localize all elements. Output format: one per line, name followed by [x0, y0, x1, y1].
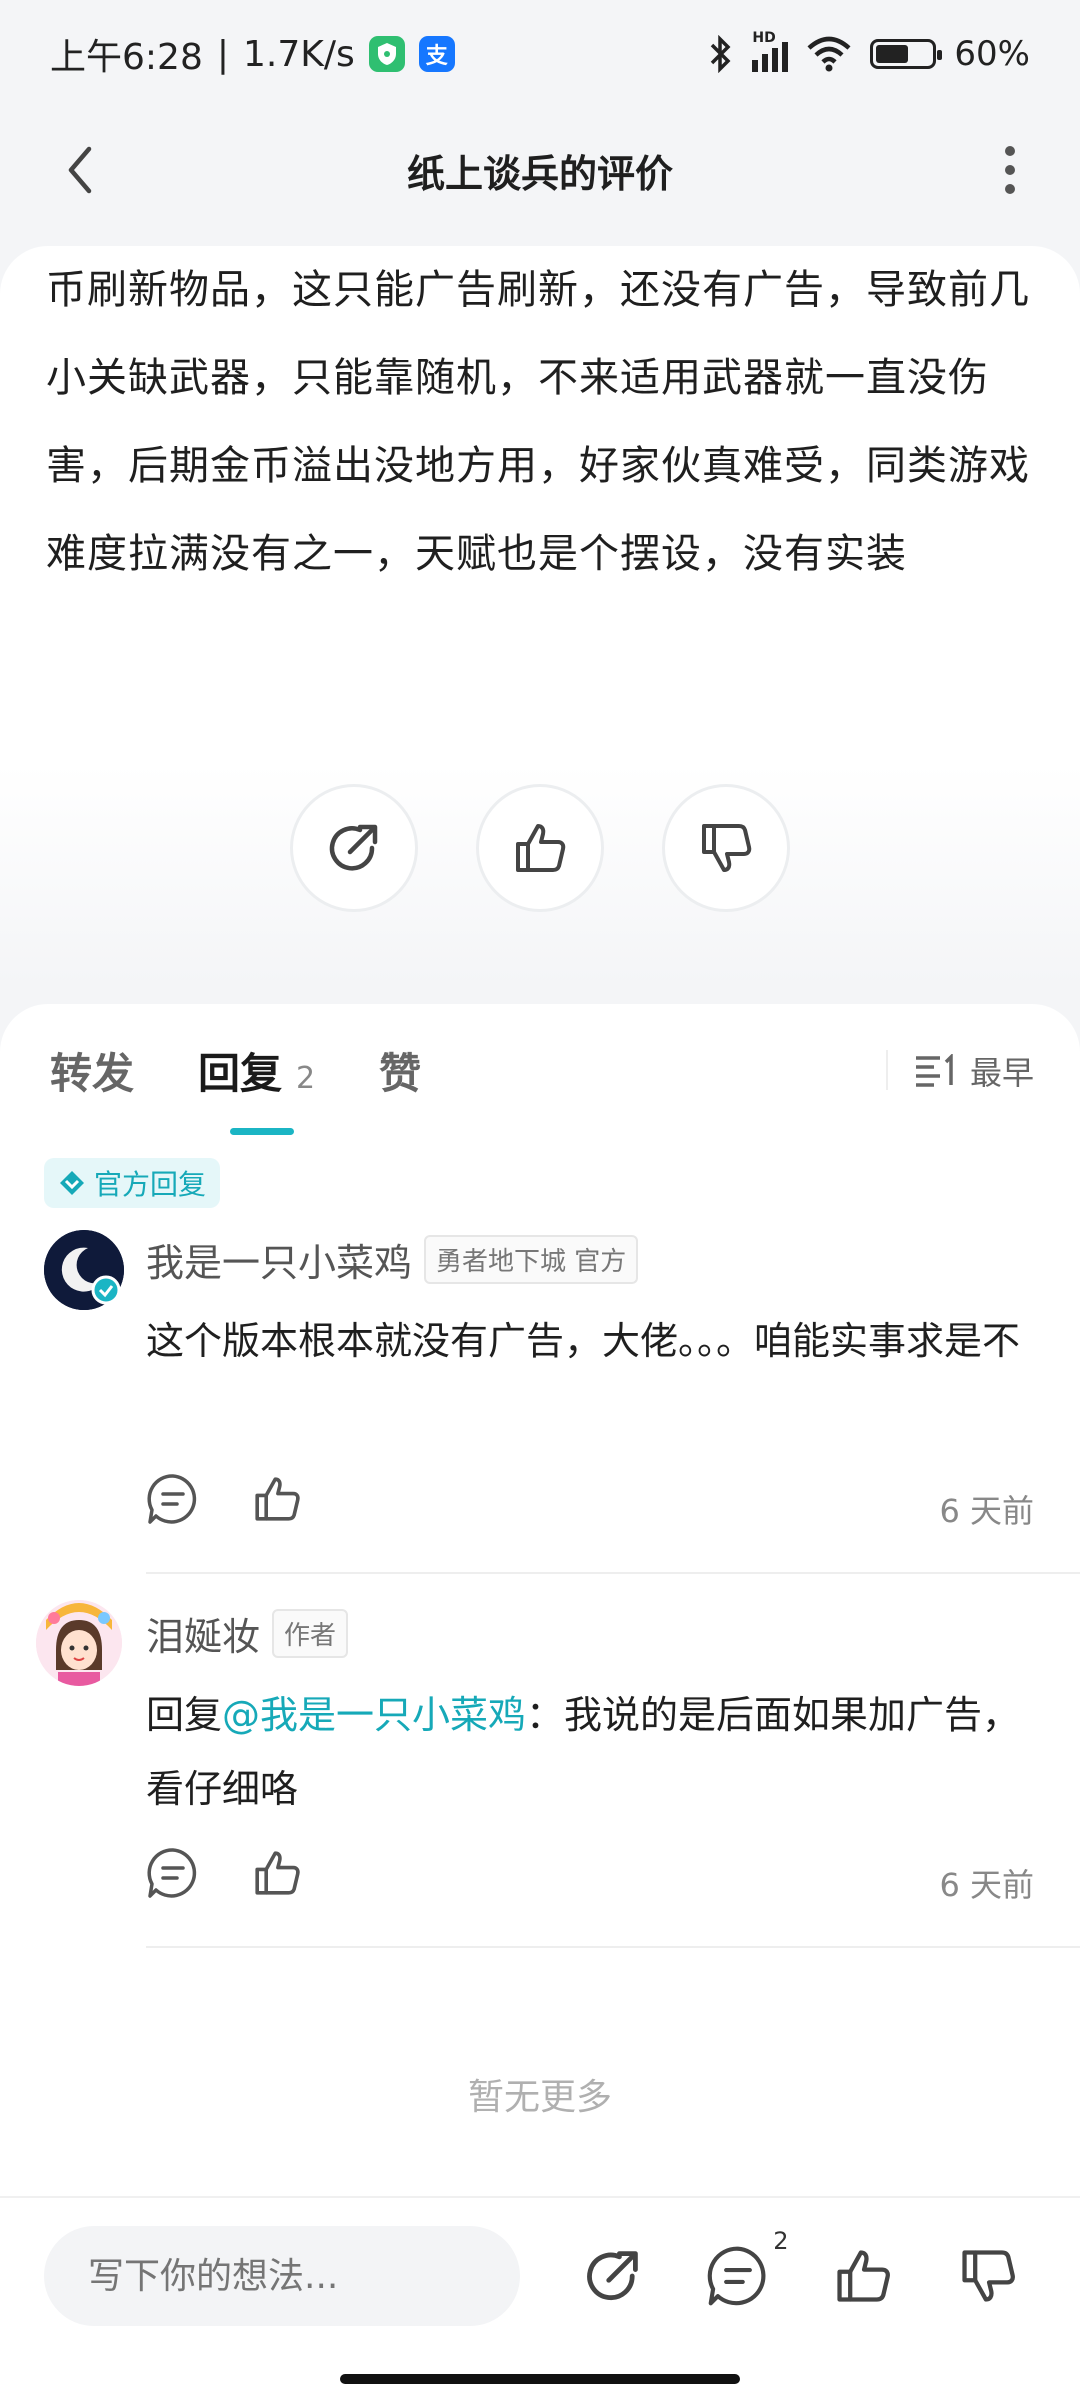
- comment-like-button[interactable]: [250, 1472, 304, 1530]
- sort-divider: [886, 1050, 888, 1090]
- thumbs-up-icon: [255, 1851, 300, 1895]
- comment-like-button[interactable]: [250, 1846, 304, 1904]
- comment-actions: [146, 1472, 304, 1530]
- status-speed: 1.7K/s: [242, 33, 355, 75]
- bottom-share-button[interactable]: [578, 2241, 648, 2311]
- battery-fill: [876, 45, 909, 63]
- like-button[interactable]: [476, 784, 604, 912]
- thumbs-down-icon: [961, 2250, 1015, 2302]
- shield-app-icon: [368, 36, 405, 72]
- nav-bar: 纸上谈兵的评价: [0, 110, 1080, 230]
- review-actions: [0, 784, 1080, 914]
- active-tab-indicator: [230, 1128, 294, 1135]
- mention-link[interactable]: @我是一只小菜鸡: [222, 1693, 526, 1737]
- status-separator: |: [216, 33, 229, 75]
- comment-input[interactable]: [44, 2226, 520, 2326]
- tab-forward-label: 转发: [50, 1049, 135, 1098]
- tab-forward[interactable]: 转发: [50, 1040, 134, 1101]
- share-icon: [329, 824, 378, 871]
- more-vertical-icon: [1005, 146, 1015, 194]
- author-tag: 作者: [272, 1609, 349, 1658]
- bottom-bar: 2: [0, 2196, 1080, 2400]
- status-right: HD 60%: [708, 30, 1030, 74]
- battery-percent: 60%: [954, 34, 1030, 74]
- thumbs-up-icon: [836, 2250, 890, 2302]
- home-indicator[interactable]: [340, 2374, 740, 2384]
- share-button[interactable]: [290, 784, 418, 912]
- status-left: 上午6:28 | 1.7K/s 支: [50, 28, 455, 80]
- no-more-text: 暂无更多: [467, 2077, 612, 2118]
- comment-count-badge: 2: [773, 2227, 789, 2255]
- status-bar: 上午6:28 | 1.7K/s 支 HD 60%: [0, 0, 1080, 108]
- sort-label: 最早: [969, 1054, 1034, 1092]
- hd-label: HD: [752, 30, 776, 46]
- reply-prefix: 回复: [146, 1693, 223, 1737]
- tab-like-label: 赞: [379, 1049, 422, 1098]
- comment-icon: [147, 1474, 197, 1524]
- review-text: 币刷新物品，这只能广告刷新，还没有广告，导致前几小关缺武器，只能靠随机，不来适用…: [46, 267, 1030, 577]
- divider: [146, 1572, 1080, 1574]
- comments-panel: 转发 回复 2 赞 最早 官方回复 我是一只小菜鸡 勇者地下城 官方 这个版本根本: [0, 1004, 1080, 2204]
- back-button[interactable]: [50, 140, 110, 200]
- comment-time: 6 天前: [939, 1492, 1034, 1530]
- tab-reply-label: 回复: [198, 1049, 283, 1098]
- user-tag: 勇者地下城 官方: [424, 1235, 639, 1284]
- comment-user: 我是一只小菜鸡 勇者地下城 官方: [146, 1232, 639, 1287]
- comment-icon: [707, 2246, 765, 2306]
- tab-reply[interactable]: 回复 2: [198, 1040, 315, 1101]
- girl-avatar-icon: [36, 1600, 122, 1686]
- chevron-left-icon: [68, 146, 92, 194]
- comment-user: 泪娫妆 作者: [146, 1606, 349, 1661]
- bottom-dislike-button[interactable]: [953, 2241, 1023, 2311]
- thumbs-up-icon: [255, 1477, 300, 1521]
- avatar[interactable]: [36, 1600, 122, 1686]
- reply-count: 2: [296, 1061, 316, 1096]
- tab-like[interactable]: 赞: [379, 1040, 421, 1101]
- divider: [146, 1946, 1080, 1948]
- sort-icon: [915, 1054, 953, 1087]
- signal-icon: HD: [752, 30, 789, 72]
- bottom-actions: 2: [550, 2226, 1050, 2326]
- alipay-icon: 支: [418, 36, 455, 72]
- comment-author[interactable]: 我是一只小菜鸡: [146, 1232, 412, 1287]
- sort-button[interactable]: 最早: [914, 1048, 1034, 1094]
- official-reply-tag: 官方回复: [44, 1158, 221, 1208]
- comment-text: 回复@我是一只小菜鸡：我说的是后面如果加广告，看仔细咯: [146, 1678, 1026, 1826]
- thumbs-up-icon: [516, 824, 566, 872]
- comment-actions: [146, 1846, 304, 1904]
- avatar[interactable]: [44, 1230, 124, 1310]
- thumbs-down-icon: [702, 824, 752, 872]
- more-button[interactable]: [980, 140, 1040, 200]
- battery-icon: [870, 39, 943, 69]
- comment-author[interactable]: 泪娫妆: [146, 1606, 260, 1661]
- comment-time: 6 天前: [939, 1866, 1034, 1904]
- bottom-like-button[interactable]: [828, 2241, 898, 2311]
- comment-text: 这个版本根本就没有广告，大佬。。。咱能实事求是不: [146, 1319, 1021, 1363]
- bottom-comment-button[interactable]: 2: [703, 2227, 789, 2311]
- share-icon: [586, 2251, 638, 2301]
- wifi-icon: [807, 36, 851, 72]
- chevron-down-icon: [60, 1171, 84, 1195]
- dislike-button[interactable]: [662, 784, 790, 912]
- tab-bar: 转发 回复 2 赞: [50, 1040, 421, 1101]
- reply-button[interactable]: [146, 1472, 200, 1530]
- bluetooth-icon: [711, 35, 731, 73]
- reply-button[interactable]: [146, 1846, 200, 1904]
- page-title: 纸上谈兵的评价: [406, 151, 673, 196]
- status-time: 上午6:28: [50, 37, 203, 78]
- official-reply-label: 官方回复: [94, 1168, 207, 1201]
- moon-avatar-icon: [44, 1230, 124, 1310]
- review-card: 币刷新物品，这只能广告刷新，还没有广告，导致前几小关缺武器，只能靠随机，不来适用…: [0, 246, 1080, 986]
- comment-icon: [147, 1848, 197, 1898]
